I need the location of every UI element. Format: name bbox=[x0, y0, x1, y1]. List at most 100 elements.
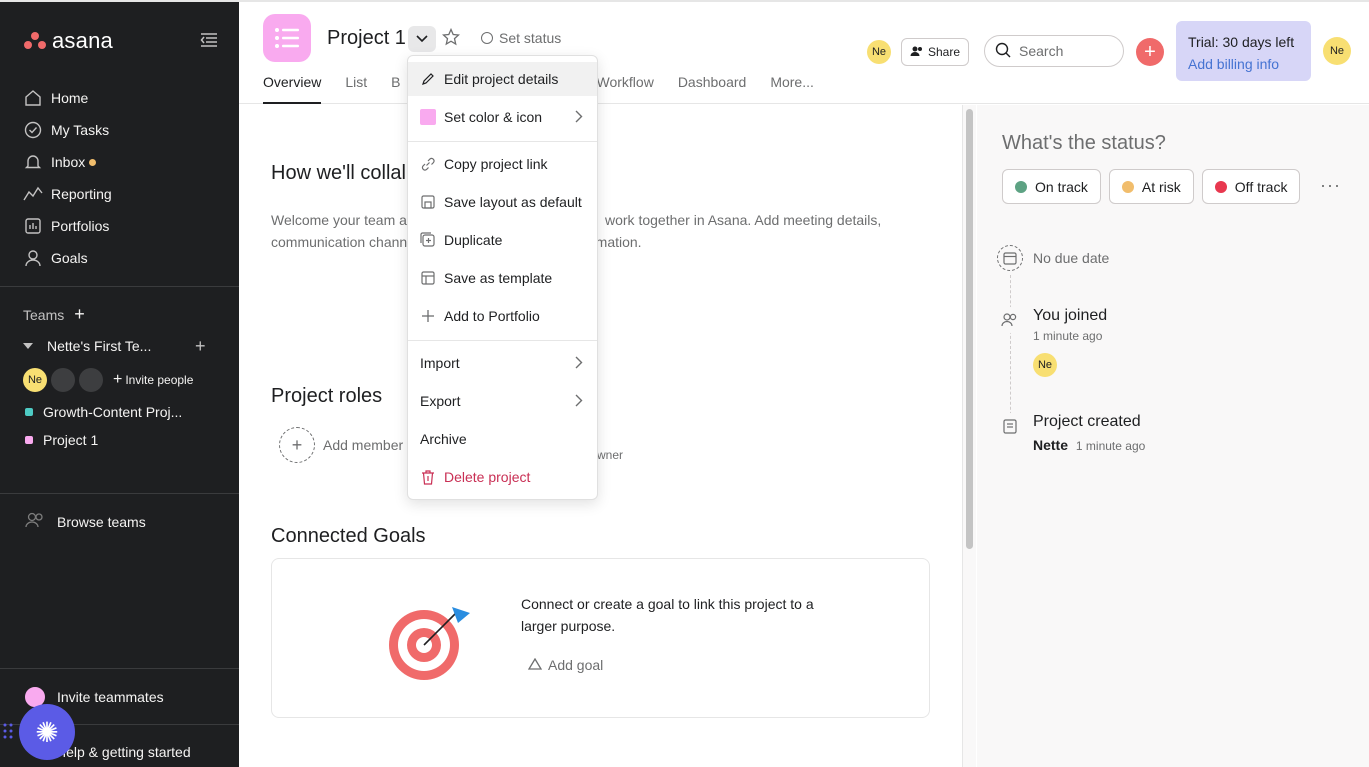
sidebar-item-my-tasks[interactable]: My Tasks bbox=[0, 114, 239, 146]
sidebar-item-label: My Tasks bbox=[51, 122, 110, 138]
tab-board[interactable]: B bbox=[391, 74, 400, 104]
tab-list[interactable]: List bbox=[345, 74, 367, 104]
invite-people-button[interactable]: + Invite people bbox=[113, 371, 193, 389]
tab-workflow[interactable]: Workflow bbox=[597, 74, 654, 104]
created-by[interactable]: Nette bbox=[1033, 437, 1068, 453]
project-label: Project 1 bbox=[43, 432, 99, 448]
on-track-button[interactable]: On track bbox=[1002, 169, 1101, 204]
menu-item-export[interactable]: Export bbox=[408, 384, 597, 418]
scrollbar-thumb[interactable] bbox=[966, 109, 973, 549]
browse-teams-button[interactable]: Browse teams bbox=[25, 512, 146, 531]
at-risk-button[interactable]: At risk bbox=[1108, 169, 1194, 204]
menu-item-label: Copy project link bbox=[444, 156, 548, 172]
avatar[interactable]: Ne bbox=[1323, 37, 1351, 65]
menu-item-duplicate[interactable]: Duplicate bbox=[408, 223, 597, 257]
avatar[interactable]: Ne bbox=[1033, 353, 1057, 377]
plus-icon: + bbox=[279, 427, 315, 463]
sidebar-item-home[interactable]: Home bbox=[0, 82, 239, 114]
tab-overview[interactable]: Overview bbox=[263, 74, 322, 104]
menu-item-save-as-template[interactable]: Save as template bbox=[408, 261, 597, 295]
add-goal-button[interactable]: Add goal bbox=[527, 657, 603, 673]
menu-item-copy-project-link[interactable]: Copy project link bbox=[408, 147, 597, 181]
status-circle-icon bbox=[481, 32, 493, 44]
star-icon[interactable] bbox=[441, 27, 461, 51]
more-options-icon[interactable]: ··· bbox=[1320, 175, 1341, 196]
sidebar-item-label: Reporting bbox=[51, 186, 112, 202]
sidebar-divider bbox=[0, 668, 239, 669]
menu-item-set-color-icon[interactable]: Set color & icon bbox=[408, 100, 597, 134]
on-track-label: On track bbox=[1035, 178, 1088, 195]
overview-content: How we'll collal Welcome your team a work… bbox=[239, 105, 962, 767]
menu-item-save-layout-default[interactable]: Save layout as default bbox=[408, 185, 597, 219]
collab-text-line2b: rmation. bbox=[591, 234, 642, 250]
chevron-right-icon bbox=[575, 356, 583, 372]
connected-goals-title: Connected Goals bbox=[271, 525, 426, 547]
template-icon bbox=[420, 270, 436, 286]
invite-people-label: Invite people bbox=[125, 373, 194, 387]
save-layout-icon bbox=[420, 194, 436, 210]
timeline-due-date[interactable]: No due date bbox=[997, 245, 1109, 271]
asana-logo[interactable]: asana bbox=[24, 28, 113, 54]
chart-icon bbox=[23, 184, 43, 204]
add-billing-link[interactable]: Add billing info bbox=[1188, 53, 1299, 75]
search-placeholder: Search bbox=[1019, 43, 1064, 59]
avatar[interactable]: Ne bbox=[23, 368, 47, 392]
search-icon bbox=[995, 42, 1011, 61]
browse-teams-label: Browse teams bbox=[57, 513, 146, 530]
avatar[interactable]: Ne bbox=[867, 40, 891, 64]
sidebar-divider bbox=[0, 493, 239, 494]
sidebar-item-goals[interactable]: Goals bbox=[0, 242, 239, 274]
people-icon bbox=[997, 307, 1023, 333]
caret-down-icon[interactable] bbox=[23, 343, 33, 349]
share-button[interactable]: Share bbox=[901, 38, 970, 66]
menu-item-delete-project[interactable]: Delete project bbox=[408, 460, 597, 494]
trial-days-left: Trial: 30 days left bbox=[1188, 34, 1295, 50]
team-row[interactable]: Nette's First Te... + bbox=[23, 336, 213, 357]
set-status-button[interactable]: Set status bbox=[481, 30, 561, 46]
plus-icon: + bbox=[1144, 40, 1156, 63]
sidebar-project-growth-content[interactable]: Growth-Content Proj... bbox=[25, 404, 182, 420]
sparkle-icon: ✺ bbox=[35, 716, 59, 748]
add-team-icon[interactable]: + bbox=[74, 304, 85, 325]
chevron-right-icon bbox=[575, 394, 583, 410]
tab-more[interactable]: More... bbox=[770, 74, 814, 104]
off-track-button[interactable]: Off track bbox=[1201, 169, 1301, 204]
link-icon bbox=[420, 156, 436, 172]
menu-item-import[interactable]: Import bbox=[408, 346, 597, 380]
sidebar-item-inbox[interactable]: Inbox bbox=[0, 146, 239, 178]
sidebar: asana Home My Tasks Inbox Reporting Port… bbox=[0, 2, 239, 767]
add-to-team-icon[interactable]: + bbox=[195, 336, 206, 357]
sidebar-item-portfolios[interactable]: Portfolios bbox=[0, 210, 239, 242]
search-input[interactable]: Search bbox=[984, 35, 1124, 67]
inbox-unread-dot bbox=[89, 158, 97, 166]
menu-item-add-to-portfolio[interactable]: Add to Portfolio bbox=[408, 299, 597, 333]
menu-item-label: Edit project details bbox=[444, 71, 559, 87]
teams-header[interactable]: Teams + bbox=[23, 304, 85, 325]
main-scrollbar[interactable] bbox=[962, 105, 976, 767]
color-swatch-icon bbox=[420, 109, 436, 125]
green-dot-icon bbox=[1015, 180, 1027, 193]
created-time: 1 minute ago bbox=[1075, 439, 1146, 453]
menu-item-label: Save as template bbox=[444, 270, 553, 286]
page-title[interactable]: Project 1 bbox=[327, 27, 406, 50]
menu-item-label: Add to Portfolio bbox=[444, 308, 540, 324]
teams-label: Teams bbox=[23, 306, 65, 323]
drag-handle-icon[interactable] bbox=[3, 722, 15, 740]
menu-item-label: Set color & icon bbox=[444, 109, 543, 125]
menu-divider bbox=[408, 340, 597, 341]
tab-dashboard[interactable]: Dashboard bbox=[678, 74, 747, 104]
project-actions-menu: Edit project details Set color & icon Co… bbox=[407, 55, 598, 500]
project-list-icon[interactable] bbox=[263, 14, 311, 62]
menu-item-edit-project-details[interactable]: Edit project details bbox=[408, 62, 597, 96]
project-roles-title: Project roles bbox=[271, 385, 383, 407]
sidebar-item-reporting[interactable]: Reporting bbox=[0, 178, 239, 210]
sidebar-project-project-1[interactable]: Project 1 bbox=[25, 432, 98, 448]
trial-banner[interactable]: Trial: 30 days left Add billing info bbox=[1176, 21, 1311, 81]
create-button[interactable]: + bbox=[1136, 38, 1164, 66]
assistant-launcher-button[interactable]: ✺ bbox=[19, 704, 75, 760]
add-member-button[interactable]: + Add member bbox=[279, 427, 403, 463]
collapse-sidebar-icon[interactable] bbox=[200, 32, 218, 48]
project-actions-button[interactable] bbox=[408, 26, 436, 52]
help-getting-started[interactable]: Help & getting started bbox=[56, 744, 191, 760]
menu-item-archive[interactable]: Archive bbox=[408, 422, 597, 456]
